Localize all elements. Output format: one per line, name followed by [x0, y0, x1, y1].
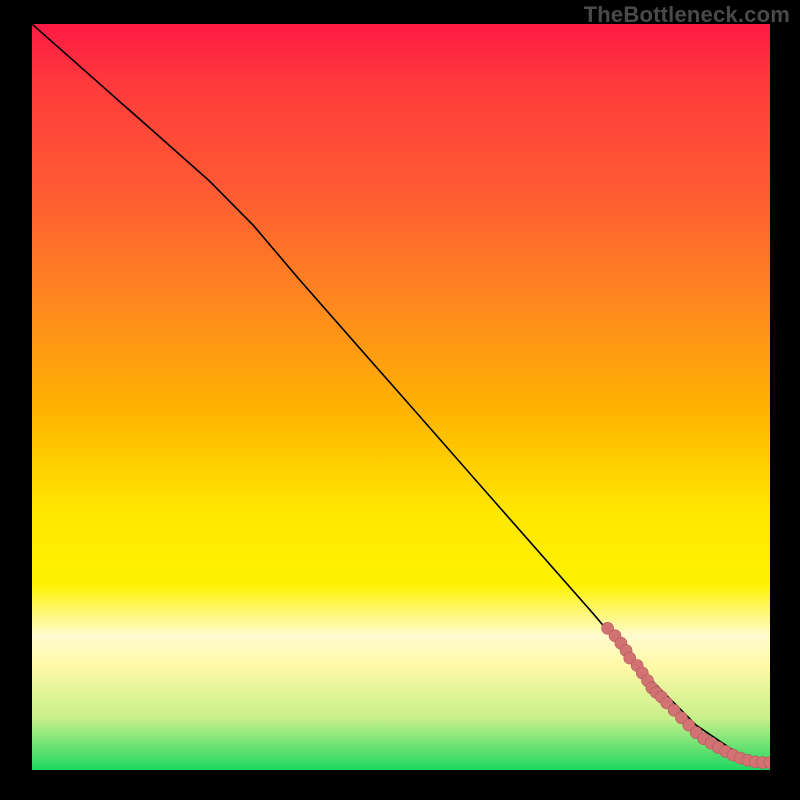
chart-frame: TheBottleneck.com [0, 0, 800, 800]
plot-area [32, 24, 770, 770]
plot-svg [32, 24, 770, 770]
scatter-dots [602, 622, 770, 768]
bottleneck-curve [32, 24, 770, 763]
watermark-label: TheBottleneck.com [584, 2, 790, 28]
